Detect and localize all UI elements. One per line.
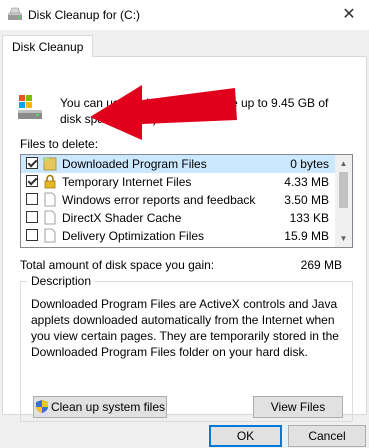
description-legend: Description xyxy=(27,274,96,288)
checkbox[interactable] xyxy=(26,175,38,187)
list-item-delivery-optimization-files[interactable]: Delivery Optimization Files 15.9 MB xyxy=(21,227,335,245)
file-icon xyxy=(44,192,56,207)
total-space-label: Total amount of disk space you gain: xyxy=(20,258,215,272)
scroll-down-arrow-icon[interactable]: ▼ xyxy=(335,230,352,247)
file-size: 4.33 MB xyxy=(284,175,329,189)
file-size: 0 bytes xyxy=(290,157,329,171)
file-name: DirectX Shader Cache xyxy=(62,211,182,225)
tab-disk-cleanup[interactable]: Disk Cleanup xyxy=(2,35,94,57)
files-to-delete-label: Files to delete: xyxy=(20,137,99,151)
files-to-delete-list[interactable]: Downloaded Program Files 0 bytes Tempora… xyxy=(20,154,353,248)
disk-cleanup-app-icon xyxy=(8,7,22,20)
scroll-thumb[interactable] xyxy=(339,172,348,208)
checkbox[interactable] xyxy=(26,193,38,205)
file-name: Delivery Optimization Files xyxy=(62,229,205,243)
list-item-directx-shader-cache[interactable]: DirectX Shader Cache 133 KB xyxy=(21,209,335,227)
close-icon: ✕ xyxy=(342,6,356,23)
intro-text: You can use Disk Cleanup to free up to 9… xyxy=(60,96,329,126)
file-name: Downloaded Program Files xyxy=(62,157,207,171)
file-icon xyxy=(44,228,56,243)
file-size: 15.9 MB xyxy=(284,229,329,243)
ok-button[interactable]: OK xyxy=(209,425,282,447)
view-files-button[interactable]: View Files xyxy=(253,396,343,418)
file-size: 133 KB xyxy=(289,211,329,225)
total-space-value: 269 MB xyxy=(300,258,342,272)
list-scrollbar[interactable]: ▲ ▼ xyxy=(335,155,352,247)
file-name: Windows error reports and feedback di... xyxy=(62,193,258,207)
list-item-temporary-internet-files[interactable]: Temporary Internet Files 4.33 MB xyxy=(21,173,335,191)
file-name: Temporary Internet Files xyxy=(62,175,192,189)
folder-icon xyxy=(43,157,57,171)
titlebar: Disk Cleanup for (C:) ✕ xyxy=(0,0,369,30)
window-title: Disk Cleanup for (C:) xyxy=(28,8,141,22)
checkbox[interactable] xyxy=(26,211,38,223)
shield-icon xyxy=(35,400,48,413)
close-button[interactable]: ✕ xyxy=(329,0,369,30)
drive-icon xyxy=(18,95,42,119)
file-size: 3.50 MB xyxy=(284,193,329,207)
clean-up-system-files-label: Clean up system files xyxy=(50,400,166,414)
list-item-windows-error-reports[interactable]: Windows error reports and feedback di...… xyxy=(21,191,335,209)
tab-panel: You can use Disk Cleanup to free up to 9… xyxy=(2,56,367,422)
checkbox[interactable] xyxy=(26,157,38,169)
cancel-button[interactable]: Cancel xyxy=(288,425,366,447)
scroll-up-arrow-icon[interactable]: ▲ xyxy=(335,155,352,172)
list-item-downloaded-program-files[interactable]: Downloaded Program Files 0 bytes xyxy=(21,155,335,173)
file-icon xyxy=(44,210,56,225)
description-text: Downloaded Program Files are ActiveX con… xyxy=(31,297,339,359)
window-body: Disk Cleanup You can use Disk Cleanup to… xyxy=(0,30,369,448)
checkbox[interactable] xyxy=(26,229,38,241)
clean-up-system-files-button[interactable]: Clean up system files xyxy=(33,396,167,418)
lock-icon xyxy=(44,174,56,189)
